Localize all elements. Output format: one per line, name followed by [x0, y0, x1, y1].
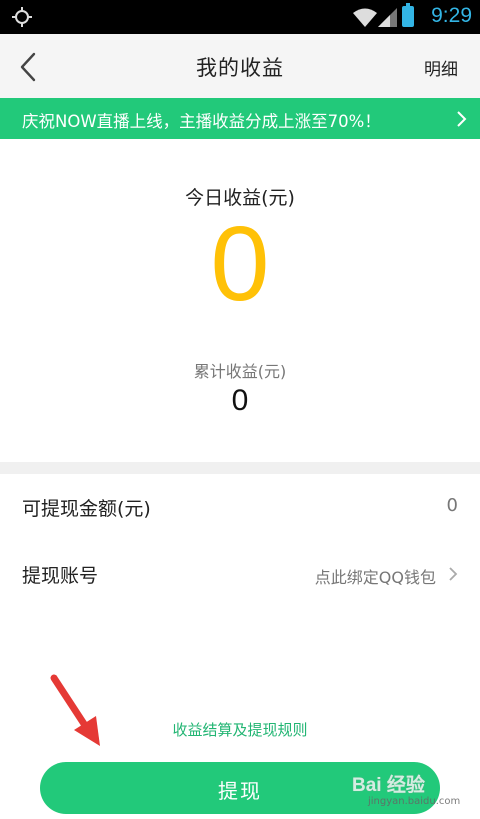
- battery-icon: [402, 3, 414, 27]
- detail-button[interactable]: 明细: [424, 55, 458, 80]
- target-icon: [12, 7, 32, 27]
- total-earnings-value: 0: [231, 384, 249, 417]
- red-arrow-icon: [50, 674, 100, 746]
- signal-icon: [378, 8, 397, 27]
- watermark-main: Bai 经验: [352, 775, 425, 796]
- bind-qq-wallet-link[interactable]: 点此绑定QQ钱包: [315, 564, 436, 588]
- baidu-jingyan-watermark: Bai 经验 jingyan.baidu.com: [352, 770, 462, 814]
- withdraw-account-label: 提现账号: [22, 565, 99, 587]
- page-title: 我的收益: [196, 56, 284, 80]
- app-header: 我的收益 明细: [0, 34, 480, 98]
- promo-banner[interactable]: 庆祝NOW直播上线，主播收益分成上涨至70%！: [0, 98, 480, 139]
- today-earnings-value: 0: [210, 205, 270, 323]
- wifi-icon: [353, 8, 377, 27]
- promo-banner-text: 庆祝NOW直播上线，主播收益分成上涨至70%！: [22, 112, 381, 131]
- watermark-sub: jingyan.baidu.com: [368, 796, 461, 807]
- status-bar: 9:29: [0, 0, 480, 34]
- withdraw-account-row[interactable]: 提现账号 点此绑定QQ钱包: [0, 541, 480, 607]
- total-earnings-label: 累计收益(元): [193, 362, 287, 381]
- withdrawable-amount-label: 可提现金额(元): [22, 498, 151, 520]
- section-divider: [0, 462, 480, 474]
- status-time: 9:29: [431, 4, 472, 27]
- earnings-summary: 今日收益(元) 0 累计收益(元) 0: [0, 139, 480, 462]
- withdrawable-amount-value: 0: [446, 495, 458, 516]
- withdrawable-amount-row: 可提现金额(元) 0: [0, 474, 480, 540]
- chevron-right-icon: [457, 111, 467, 127]
- chevron-right-icon: [449, 567, 458, 581]
